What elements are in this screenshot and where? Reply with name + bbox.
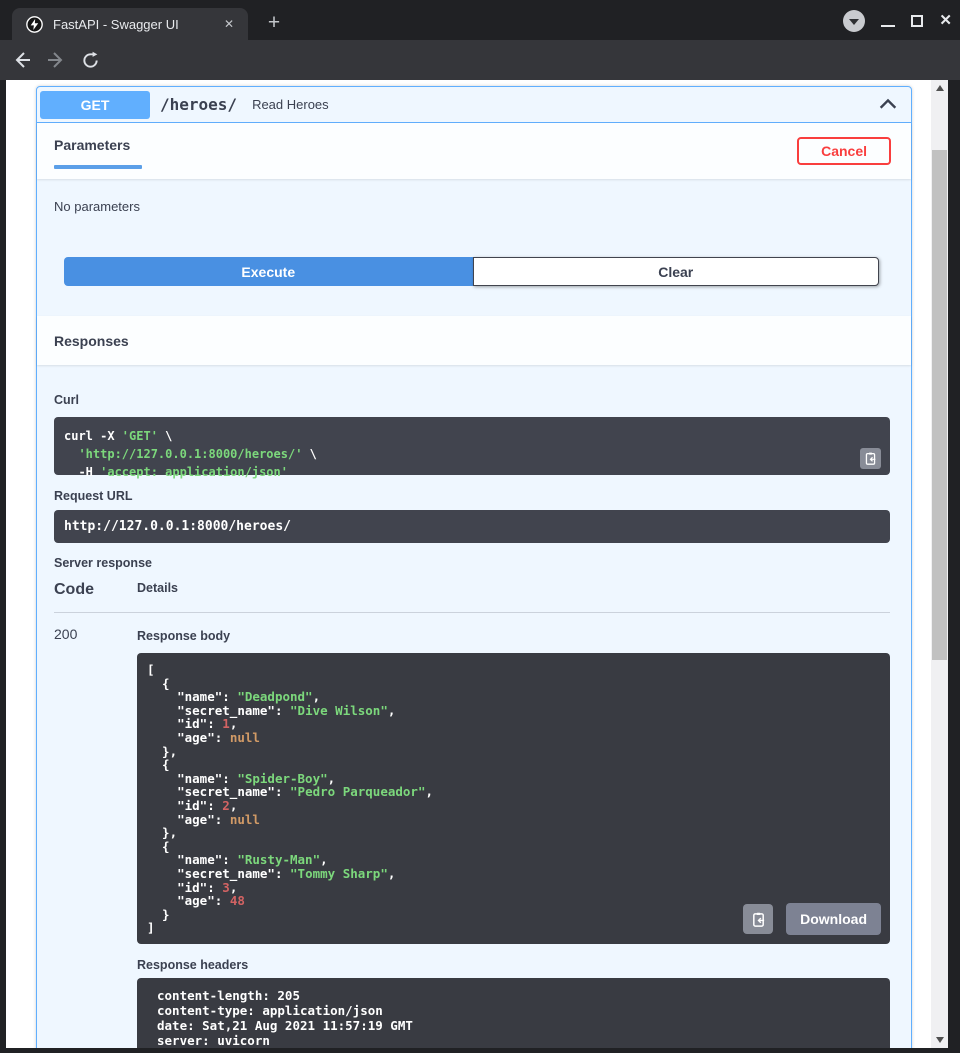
fastapi-favicon-icon [26, 16, 43, 33]
reload-icon [81, 51, 100, 70]
download-button[interactable]: Download [786, 903, 881, 935]
request-url-value: http://127.0.0.1:8000/heroes/ [54, 510, 890, 543]
response-body-label: Response body [137, 629, 890, 643]
opblock-get-heroes: GET /heroes/ Read Heroes Parameters Canc… [36, 86, 912, 1048]
browser-window: FastAPI - Swagger UI ✕ + ✕ i 127.0.0.1:8… [0, 0, 960, 1053]
status-code: 200 [54, 626, 137, 1048]
response-headers: content-length: 205content-type: applica… [137, 978, 890, 1048]
browser-updates-icon[interactable] [843, 10, 865, 32]
parameters-section-header: Parameters Cancel [37, 123, 911, 179]
server-response-label: Server response [54, 556, 890, 570]
page-scrollbar[interactable] [931, 80, 948, 1048]
forward-button[interactable] [44, 48, 68, 72]
http-method-badge: GET [40, 91, 150, 119]
back-arrow-icon [12, 50, 32, 70]
down-triangle-icon [936, 1037, 944, 1043]
response-details: Response body [ { "name": "Deadpond", "s… [137, 626, 890, 1048]
request-url-label: Request URL [54, 489, 890, 503]
curl-command: curl -X 'GET' \ 'http://127.0.0.1:8000/h… [54, 417, 890, 475]
reload-button[interactable] [78, 48, 102, 72]
responses-body: Curl curl -X 'GET' \ 'http://127.0.0.1:8… [37, 365, 911, 1048]
execute-wrapper: Execute Clear [37, 241, 911, 300]
scroll-up-button[interactable] [931, 80, 948, 96]
clipboard-icon [864, 452, 877, 465]
response-body-wrapper: [ { "name": "Deadpond", "secret_name": "… [137, 653, 890, 944]
response-body-controls: Download [743, 903, 881, 935]
back-button[interactable] [10, 48, 34, 72]
down-triangle-icon [849, 19, 859, 25]
endpoint-path: /heroes/ [160, 95, 237, 114]
minimize-button[interactable] [881, 25, 895, 27]
tab-close-icon[interactable]: ✕ [220, 15, 238, 33]
scrollbar-thumb[interactable] [932, 150, 947, 660]
details-column-header: Details [137, 581, 178, 599]
up-triangle-icon [936, 85, 944, 91]
no-parameters-text: No parameters [54, 199, 140, 214]
execute-button[interactable]: Execute [64, 257, 473, 286]
forward-arrow-icon [46, 50, 66, 70]
opblock-summary[interactable]: GET /heroes/ Read Heroes [37, 87, 911, 123]
page-viewport: GET /heroes/ Read Heroes Parameters Canc… [6, 80, 948, 1048]
responses-title: Responses [54, 333, 129, 349]
copy-response-button[interactable] [743, 904, 773, 934]
response-row-200: 200 Response body [ { "name": "Deadpond"… [54, 626, 890, 1048]
copy-curl-button[interactable] [860, 448, 881, 469]
active-tab-underline [54, 165, 142, 169]
new-tab-button[interactable]: + [260, 9, 288, 37]
code-column-header: Code [54, 581, 137, 599]
browser-toolbar: i 127.0.0.1:8000/docs#/default/read_hero… [0, 40, 960, 80]
parameters-tab-label: Parameters [54, 137, 142, 153]
endpoint-summary: Read Heroes [252, 97, 877, 112]
response-body-json: [ { "name": "Deadpond", "secret_name": "… [137, 653, 890, 944]
window-controls: ✕ [843, 10, 952, 32]
tab-parameters[interactable]: Parameters [54, 137, 142, 169]
maximize-button[interactable] [911, 15, 923, 27]
collapse-chevron-icon[interactable] [877, 94, 899, 116]
cancel-button[interactable]: Cancel [797, 137, 891, 165]
parameters-body: No parameters [37, 179, 911, 241]
responses-section-header: Responses [37, 316, 911, 365]
curl-label: Curl [54, 393, 79, 407]
tab-strip: FastAPI - Swagger UI ✕ + ✕ [0, 0, 960, 40]
clear-button[interactable]: Clear [473, 257, 879, 286]
response-table-header: Code Details [54, 581, 890, 613]
curl-wrapper: curl -X 'GET' \ 'http://127.0.0.1:8000/h… [54, 417, 890, 475]
browser-tab[interactable]: FastAPI - Swagger UI ✕ [12, 8, 248, 40]
scroll-down-button[interactable] [931, 1032, 948, 1048]
close-window-button[interactable]: ✕ [939, 13, 952, 29]
response-headers-label: Response headers [137, 958, 890, 972]
tab-title: FastAPI - Swagger UI [53, 17, 220, 32]
clipboard-icon [751, 912, 766, 927]
